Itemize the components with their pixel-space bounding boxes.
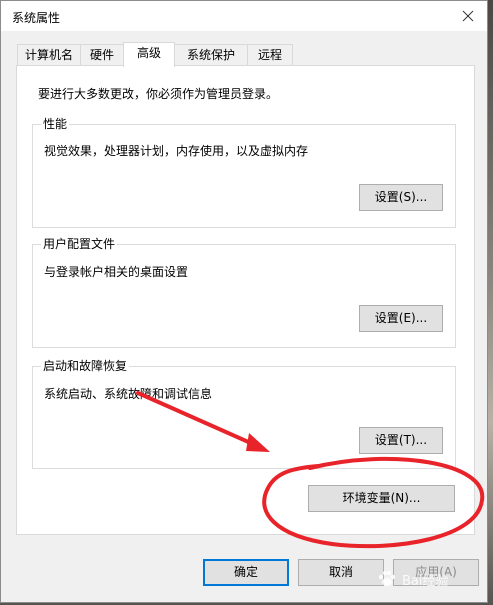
window-title: 系统属性 xyxy=(12,11,61,25)
watermark: Bai经验 xyxy=(376,559,488,599)
startup-recovery-group-title: 启动和故障恢复 xyxy=(41,359,130,373)
user-profiles-settings-button[interactable]: 设置(E)... xyxy=(359,305,443,332)
close-button[interactable] xyxy=(453,2,483,30)
startup-recovery-group: 启动和故障恢复 系统启动、系统故障和调试信息 设置(T)... xyxy=(32,359,456,469)
startup-recovery-description: 系统启动、系统故障和调试信息 xyxy=(44,387,213,401)
tab-system-protection[interactable]: 系统保护 xyxy=(174,44,248,65)
tab-remote[interactable]: 远程 xyxy=(247,44,293,65)
performance-description: 视觉效果，处理器计划，内存使用，以及虚拟内存 xyxy=(44,144,309,158)
cancel-button[interactable]: 取消 xyxy=(298,559,384,586)
title-bar: 系统属性 xyxy=(1,1,487,31)
user-profiles-description: 与登录帐户相关的桌面设置 xyxy=(44,265,189,279)
user-profiles-group-title: 用户配置文件 xyxy=(41,237,118,251)
performance-group: 性能 视觉效果，处理器计划，内存使用，以及虚拟内存 设置(S)... xyxy=(32,117,456,228)
close-icon xyxy=(462,10,474,22)
ok-button[interactable]: 确定 xyxy=(203,559,289,586)
performance-group-title: 性能 xyxy=(41,117,70,131)
admin-notice: 要进行大多数更改，你必须作为管理员登录。 xyxy=(38,87,279,101)
watermark-text: Bai经验 xyxy=(402,573,449,589)
tab-computer-name[interactable]: 计算机名 xyxy=(17,44,81,65)
tab-advanced[interactable]: 高级 xyxy=(123,42,175,67)
system-properties-dialog: 系统属性 计算机名 硬件 高级 系统保护 远程 要进行大多数更改，你必须作为管理… xyxy=(0,0,488,603)
environment-variables-button[interactable]: 环境变量(N)... xyxy=(308,485,455,512)
tab-hardware[interactable]: 硬件 xyxy=(80,44,124,65)
paw-icon xyxy=(378,570,396,586)
performance-settings-button[interactable]: 设置(S)... xyxy=(359,184,443,211)
user-profiles-group: 用户配置文件 与登录帐户相关的桌面设置 设置(E)... xyxy=(32,237,456,348)
startup-recovery-settings-button[interactable]: 设置(T)... xyxy=(359,427,443,454)
advanced-tab-panel: 要进行大多数更改，你必须作为管理员登录。 性能 视觉效果，处理器计划，内存使用，… xyxy=(16,65,475,535)
